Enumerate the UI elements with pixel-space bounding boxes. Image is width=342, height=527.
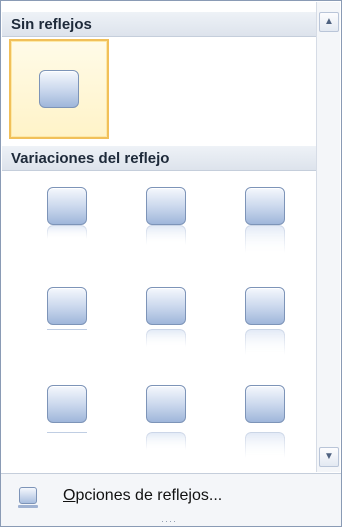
shape-reflection xyxy=(245,225,285,253)
gallery-item-reflection-tight-touching[interactable] xyxy=(17,174,117,274)
shape-reflection xyxy=(146,329,186,347)
section-header-variaciones-del-reflejo: Variaciones del reflejo xyxy=(2,146,316,171)
shape-thumbnail xyxy=(245,287,285,325)
shape-thumbnail xyxy=(146,287,186,325)
shape-reflection xyxy=(47,329,87,339)
shape-thumbnail xyxy=(47,187,87,225)
gallery-item-reflection-half-4pt[interactable] xyxy=(116,274,216,374)
reflection-gallery-dropdown: Sin reflejos Variaciones del reflejo ▲ ▼… xyxy=(0,0,342,527)
shape-thumbnail xyxy=(146,187,186,225)
gallery-footer: Opciones de reflejos... ···· xyxy=(1,473,341,526)
shape-reflection xyxy=(245,432,285,458)
gallery-item-reflection-tight-4pt[interactable] xyxy=(17,274,117,374)
reflection-options-label: Opciones de reflejos... xyxy=(63,487,223,504)
gallery-item-reflection-full-4pt[interactable] xyxy=(215,274,315,374)
gallery-item-reflection-full-touching[interactable] xyxy=(215,174,315,274)
gallery-item-reflection-tight-8pt[interactable] xyxy=(17,372,117,472)
shape-reflection xyxy=(146,225,186,245)
shape-thumbnail xyxy=(47,287,87,325)
scroll-up-button[interactable]: ▲ xyxy=(319,12,339,32)
reflection-gallery: Sin reflejos Variaciones del reflejo xyxy=(2,2,316,472)
shape-thumbnail xyxy=(245,187,285,225)
shape-thumbnail xyxy=(146,385,186,423)
gallery-item-reflection-half-8pt[interactable] xyxy=(116,372,216,472)
shape-thumbnail xyxy=(47,385,87,423)
reflection-options-menu-item[interactable]: Opciones de reflejos... xyxy=(1,474,341,516)
resize-grip-icon[interactable]: ···· xyxy=(161,517,185,526)
shape-thumbnail xyxy=(39,70,79,108)
gallery-item-no-reflection[interactable] xyxy=(9,39,109,139)
shape-reflection xyxy=(146,432,186,450)
shape-reflection xyxy=(47,225,87,239)
scroll-down-button[interactable]: ▼ xyxy=(319,447,339,467)
gallery-item-reflection-full-8pt[interactable] xyxy=(215,372,315,472)
shape-thumbnail xyxy=(245,385,285,423)
shape-reflection xyxy=(47,432,87,442)
reflection-options-icon xyxy=(19,487,37,504)
section-header-sin-reflejos: Sin reflejos xyxy=(2,12,316,37)
gallery-scrollbar[interactable]: ▲ ▼ xyxy=(316,2,340,472)
reflection-options-icon-base xyxy=(18,505,38,508)
shape-reflection xyxy=(245,329,285,355)
gallery-item-reflection-half-touching[interactable] xyxy=(116,174,216,274)
